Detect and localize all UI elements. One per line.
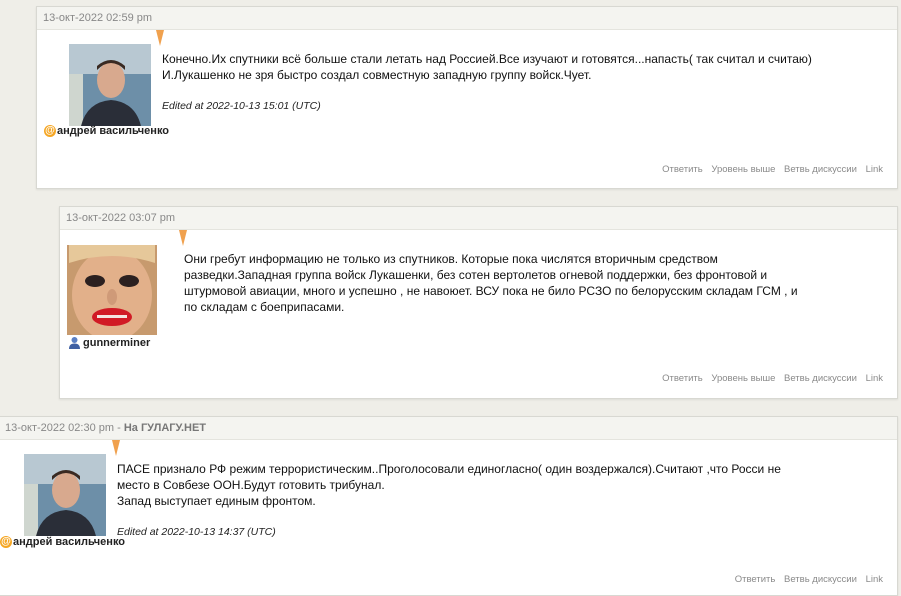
avatar[interactable]: [67, 245, 157, 335]
reply-link[interactable]: Ответить: [662, 373, 703, 384]
comment-pointer-icon: [112, 440, 120, 456]
comment-actions: Ответить Ветвь дискуссии Link: [729, 574, 883, 585]
author-link[interactable]: @ андрей васильченко: [0, 536, 125, 548]
reply-link[interactable]: Ответить: [662, 164, 703, 175]
edited-note: Edited at 2022-10-13 14:37 (UTC): [117, 526, 276, 538]
comment-line: по складам с боеприпасами.: [184, 300, 345, 314]
permalink[interactable]: Link: [866, 574, 883, 585]
permalink[interactable]: Link: [866, 164, 883, 175]
comment-date: 13-окт-2022 02:30 pm: [5, 422, 115, 434]
comment-1: 13-окт-2022 02:59 pm: [36, 6, 898, 189]
comment-date: 13-окт-2022 02:59 pm: [37, 7, 897, 30]
comment-text: Они гребут информацию не только из спутн…: [184, 251, 798, 315]
edited-note: Edited at 2022-10-13 15:01 (UTC): [162, 100, 321, 112]
comment-header: 13-окт-2022 02:30 pm - На ГУЛАГУ.НЕТ: [0, 417, 897, 440]
avatar[interactable]: [24, 454, 106, 536]
thread-link[interactable]: Ветвь дискуссии: [784, 574, 857, 585]
comment-line: Они гребут информацию не только из спутн…: [184, 252, 718, 266]
comment-line: Запад выступает единым фронтом.: [117, 494, 316, 508]
user-icon: [69, 337, 80, 349]
comment-line: Конечно.Их спутники всё больше стали лет…: [162, 52, 812, 66]
comment-actions: Ответить Уровень выше Ветвь дискуссии Li…: [656, 373, 883, 384]
author-name[interactable]: андрей васильченко: [57, 125, 169, 137]
thread-link[interactable]: Ветвь дискуссии: [784, 373, 857, 384]
permalink[interactable]: Link: [866, 373, 883, 384]
comment-subject: На ГУЛАГУ.НЕТ: [123, 422, 207, 434]
comment-text: ПАСЕ признало РФ режим террористическим.…: [117, 461, 781, 509]
comment-pointer-icon: [179, 230, 187, 246]
parent-link[interactable]: Уровень выше: [711, 373, 775, 384]
thread-link[interactable]: Ветвь дискуссии: [784, 164, 857, 175]
at-user-icon: @: [0, 536, 12, 548]
comment-line: ПАСЕ признало РФ режим террористическим.…: [117, 462, 781, 476]
comment-line: штурмовой авиации, много и успешно , не …: [184, 284, 798, 298]
comment-text: Конечно.Их спутники всё больше стали лет…: [162, 51, 812, 83]
reply-link[interactable]: Ответить: [735, 574, 776, 585]
author-name[interactable]: gunnerminer: [83, 337, 150, 349]
at-user-icon: @: [44, 125, 56, 137]
comment-date: 13-окт-2022 03:07 pm: [60, 207, 897, 230]
comment-line: И.Лукашенко не зря быстро создал совмест…: [162, 68, 592, 82]
comment-line: разведки.Западная группа войск Лукашенки…: [184, 268, 768, 282]
author-link[interactable]: gunnerminer: [68, 336, 150, 349]
date-topic-separator: -: [114, 422, 124, 434]
comment-actions: Ответить Уровень выше Ветвь дискуссии Li…: [656, 164, 883, 175]
comment-pointer-icon: [156, 30, 164, 46]
parent-link[interactable]: Уровень выше: [711, 164, 775, 175]
comment-line: место в Совбезе ООН.Будут готовить трибу…: [117, 478, 385, 492]
author-name[interactable]: андрей васильченко: [13, 536, 125, 548]
avatar[interactable]: [69, 44, 151, 126]
author-link[interactable]: @ андрей васильченко: [44, 125, 169, 137]
